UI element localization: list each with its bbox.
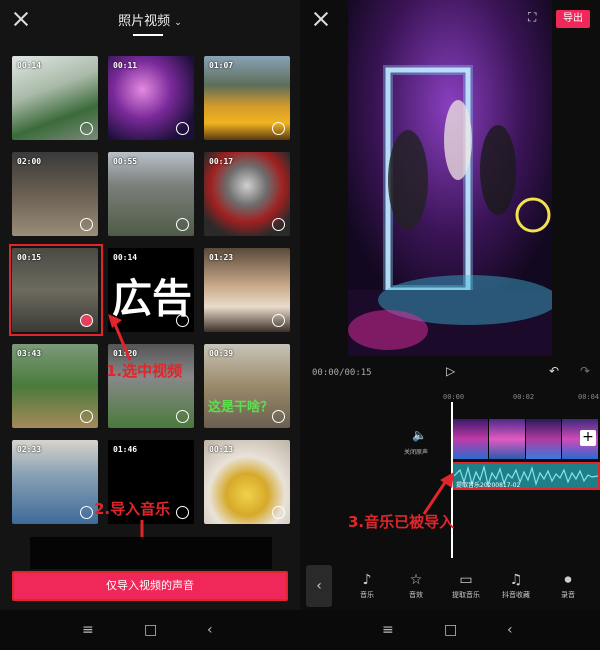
timecode: 00:00/00:15 [312, 368, 372, 378]
fullscreen-icon[interactable]: ⛶ [528, 10, 536, 25]
back-icon[interactable]: ‹ [507, 622, 513, 638]
media-thumbnail[interactable]: 00:11 [108, 56, 194, 140]
selection-highlight-box [9, 244, 103, 336]
timeline-tick: 00:02 [513, 393, 535, 401]
tool-record[interactable]: ⏺ 录音 [550, 572, 586, 600]
video-frame-image [348, 0, 552, 356]
media-thumbnail[interactable]: 01:07 [204, 56, 290, 140]
music-icon: ♪ [362, 572, 372, 588]
play-icon[interactable]: ▷ [446, 364, 455, 378]
media-thumbnail[interactable]: 00:39 这是干啥？ [204, 344, 290, 428]
home-icon[interactable]: □ [444, 622, 457, 638]
video-preview[interactable] [348, 0, 552, 356]
mute-original-label[interactable]: 关闭原声 [404, 447, 428, 456]
tool-sound-effect[interactable]: ☆ 音效 [398, 572, 434, 600]
duration-label: 00:17 [209, 157, 234, 166]
sound-effect-icon: ☆ [409, 572, 423, 588]
speaker-icon[interactable]: 🔈 [412, 428, 427, 442]
duration-label: 02:33 [17, 445, 42, 454]
duration-label: 00:39 [209, 349, 234, 358]
media-thumbnail[interactable]: 00:17 [204, 152, 290, 236]
system-navbar: ≡ □ ‹ [0, 610, 300, 650]
extract-music-icon: ▭ [459, 572, 473, 588]
timeline-tick: 00:04 [578, 393, 600, 401]
audio-track-label: 提取音乐20200817-02 [456, 482, 521, 489]
export-button[interactable]: 导出 [556, 10, 590, 28]
media-thumbnail[interactable]: 00:13 [204, 440, 290, 524]
duration-label: 03:43 [17, 349, 42, 358]
media-thumbnail[interactable]: 00:14 [12, 56, 98, 140]
duration-label: 00:11 [113, 61, 138, 70]
import-audio-only-button[interactable]: 仅导入视频的声音 [12, 571, 288, 601]
home-icon[interactable]: □ [144, 622, 157, 638]
editor-panel: ⛶ 导出 00:00/00:15 ▷ ↶ ↷ 00:00 00:02 00:04… [300, 0, 600, 650]
tool-music[interactable]: ♪ 音乐 [349, 572, 385, 600]
audio-track[interactable]: 提取音乐20200817-02 [452, 462, 600, 490]
duration-label: 01:46 [113, 445, 138, 454]
duration-label: 02:00 [17, 157, 42, 166]
annotation-step-1: 1.选中视频 [106, 362, 183, 380]
select-circle-icon[interactable] [272, 122, 285, 135]
system-navbar: ≡ □ ‹ [300, 610, 600, 650]
select-circle-icon[interactable] [176, 506, 189, 519]
menu-icon[interactable]: ≡ [82, 622, 94, 638]
microphone-icon: ⏺ [564, 572, 572, 588]
add-clip-button[interactable]: + [580, 430, 596, 446]
tool-label: 提取音乐 [452, 591, 480, 599]
media-thumbnail[interactable]: 02:33 [12, 440, 98, 524]
title-underline [133, 34, 163, 36]
select-circle-icon[interactable] [272, 506, 285, 519]
duration-label: 00:14 [17, 61, 42, 70]
select-circle-icon[interactable] [176, 314, 189, 327]
annotation-step-3: 3.音乐已被导入 [348, 513, 455, 531]
media-thumbnail[interactable]: 02:00 [12, 152, 98, 236]
tiktok-icon: ♫ [509, 572, 523, 588]
tool-label: 抖音收藏 [502, 591, 530, 599]
select-circle-icon[interactable] [80, 122, 93, 135]
album-title-text: 照片视频 [118, 14, 171, 29]
undo-icon[interactable]: ↶ [549, 364, 559, 378]
timeline-tick: 00:00 [443, 393, 465, 401]
media-thumbnail[interactable]: 03:43 [12, 344, 98, 428]
select-circle-icon[interactable] [272, 218, 285, 231]
select-circle-icon[interactable] [80, 410, 93, 423]
select-circle-icon[interactable] [272, 410, 285, 423]
menu-icon[interactable]: ≡ [382, 622, 394, 638]
chevron-down-icon: ⌄ [174, 18, 182, 28]
tool-tiktok-favorites[interactable]: ♫ 抖音收藏 [498, 572, 534, 600]
redo-icon[interactable]: ↷ [580, 364, 590, 378]
select-circle-icon[interactable] [176, 122, 189, 135]
media-picker-panel: 照片视频 ⌄ 00:14 00:11 01:07 02:00 00:55 00:… [0, 0, 300, 650]
preview-bar [30, 537, 272, 569]
duration-label: 00:14 [113, 253, 138, 262]
video-clip-track[interactable] [452, 419, 598, 459]
overlay-question-text: 这是干啥？ [208, 400, 274, 415]
tool-label: 录音 [561, 591, 575, 599]
album-title[interactable]: 照片视频 ⌄ [0, 10, 300, 29]
media-thumbnail[interactable]: 01:23 [204, 248, 290, 332]
duration-label: 01:23 [209, 253, 234, 262]
select-circle-icon[interactable] [176, 218, 189, 231]
annotation-step-2: 2.导入音乐 [94, 500, 171, 518]
select-circle-icon[interactable] [80, 506, 93, 519]
duration-label: 01:07 [209, 61, 234, 70]
media-thumbnail[interactable]: 00:55 [108, 152, 194, 236]
select-circle-icon[interactable] [272, 314, 285, 327]
back-icon[interactable]: ‹ [207, 622, 213, 638]
select-circle-icon[interactable] [80, 218, 93, 231]
tool-label: 音乐 [360, 591, 374, 599]
duration-label: 00:55 [113, 157, 138, 166]
tool-extract-music[interactable]: ▭ 提取音乐 [448, 572, 484, 600]
select-circle-icon[interactable] [176, 410, 189, 423]
tool-label: 音效 [409, 591, 423, 599]
duration-label: 00:13 [209, 445, 234, 454]
close-icon[interactable] [312, 10, 330, 28]
back-arrow-button[interactable]: ‹ [306, 565, 332, 607]
